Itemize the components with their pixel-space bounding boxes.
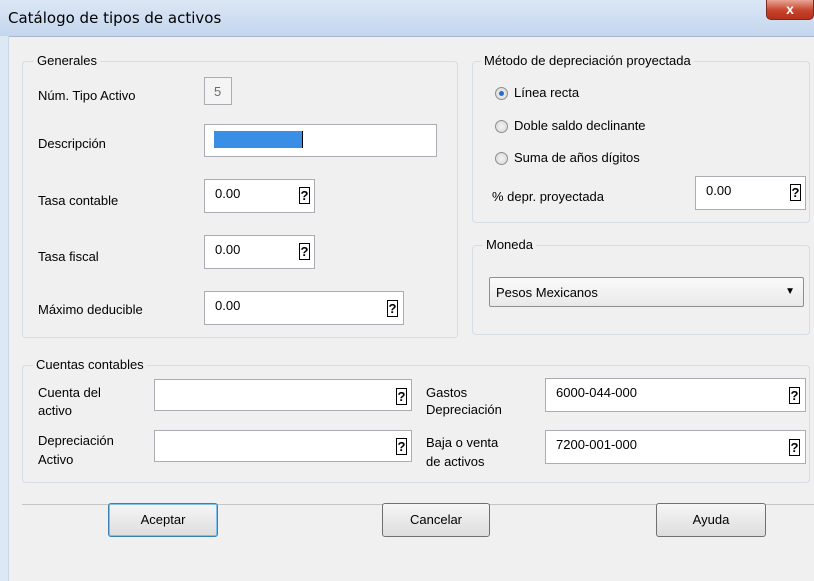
close-button[interactable]: x: [766, 0, 814, 20]
baja-venta-help-icon[interactable]: ?: [789, 439, 800, 456]
gastos-depreciacion-label-line2: Depreciación: [426, 402, 502, 417]
tasa-contable-label: Tasa contable: [38, 193, 119, 208]
descripcion-input[interactable]: [204, 124, 437, 157]
maximo-deducible-help-icon[interactable]: ?: [387, 300, 398, 317]
tasa-fiscal-help-icon[interactable]: ?: [299, 243, 310, 260]
num-tipo-value: 5: [214, 84, 222, 99]
moneda-select[interactable]: Pesos Mexicanos ▼: [489, 277, 804, 307]
text-selection-highlight: [214, 131, 302, 148]
pct-depr-value: 0.00: [706, 183, 732, 198]
depreciacion-activo-label-line1: Depreciación: [38, 433, 114, 448]
baja-venta-input[interactable]: 7200-001-000 ?: [545, 430, 806, 464]
baja-venta-label-line1: Baja o venta: [426, 435, 499, 450]
radio-doble-saldo-label[interactable]: Doble saldo declinante: [514, 118, 646, 133]
gastos-depreciacion-value: 6000-044-000: [556, 385, 637, 400]
maximo-deducible-input[interactable]: 0.00 ?: [204, 291, 404, 325]
window-frame-left: [0, 36, 9, 581]
num-tipo-field: 5: [204, 77, 232, 105]
tasa-contable-value: 0.00: [215, 186, 241, 201]
radio-suma-anos-label[interactable]: Suma de años dígitos: [514, 150, 640, 165]
window-title: Catálogo de tipos de activos: [8, 9, 222, 27]
pct-depr-help-icon[interactable]: ?: [790, 184, 801, 201]
baja-venta-value: 7200-001-000: [556, 437, 637, 452]
moneda-label: Moneda: [483, 237, 536, 252]
cancel-button[interactable]: Cancelar: [382, 503, 490, 537]
tasa-contable-input[interactable]: 0.00 ?: [204, 179, 315, 213]
radio-suma-anos[interactable]: [495, 152, 508, 165]
depreciacion-activo-help-icon[interactable]: ?: [396, 438, 407, 455]
tasa-fiscal-input[interactable]: 0.00 ?: [204, 235, 315, 269]
tasa-fiscal-value: 0.00: [215, 242, 241, 257]
pct-depr-label: % depr. proyectada: [492, 189, 605, 204]
cuenta-activo-label-line2: activo: [38, 403, 72, 418]
descripcion-label: Descripción: [38, 136, 106, 151]
tasa-contable-help-icon[interactable]: ?: [299, 187, 310, 204]
radio-doble-saldo[interactable]: [495, 120, 508, 133]
title-bar: Catálogo de tipos de activos x: [0, 0, 814, 37]
close-icon: x: [786, 1, 794, 17]
gastos-depreciacion-input[interactable]: 6000-044-000 ?: [545, 378, 806, 412]
gastos-depreciacion-help-icon[interactable]: ?: [789, 387, 800, 404]
depreciacion-activo-label-line2: Activo: [38, 452, 74, 467]
metodo-label: Método de depreciación proyectada: [481, 53, 694, 68]
cuenta-activo-help-icon[interactable]: ?: [396, 388, 407, 405]
maximo-deducible-value: 0.00: [215, 298, 241, 313]
tasa-fiscal-label: Tasa fiscal: [38, 249, 99, 264]
text-cursor: [302, 131, 303, 148]
baja-venta-label-line2: de activos: [426, 454, 485, 469]
radio-linea-recta[interactable]: [495, 87, 508, 100]
pct-depr-input[interactable]: 0.00 ?: [695, 176, 806, 210]
depreciacion-activo-input[interactable]: ?: [154, 430, 412, 462]
maximo-deducible-label: Máximo deducible: [38, 302, 143, 317]
radio-linea-recta-label[interactable]: Línea recta: [514, 85, 579, 100]
chevron-down-icon: ▼: [785, 286, 795, 297]
cuenta-activo-label-line1: Cuenta del: [38, 385, 101, 400]
accept-button[interactable]: Aceptar: [108, 503, 218, 537]
cuenta-activo-input[interactable]: ?: [154, 379, 412, 411]
moneda-selected: Pesos Mexicanos: [496, 285, 598, 300]
help-button[interactable]: Ayuda: [656, 503, 766, 537]
generales-label: Generales: [34, 53, 100, 68]
num-tipo-label: Núm. Tipo Activo: [38, 88, 136, 103]
gastos-depreciacion-label-line1: Gastos: [426, 385, 468, 400]
cuentas-label: Cuentas contables: [33, 357, 147, 372]
